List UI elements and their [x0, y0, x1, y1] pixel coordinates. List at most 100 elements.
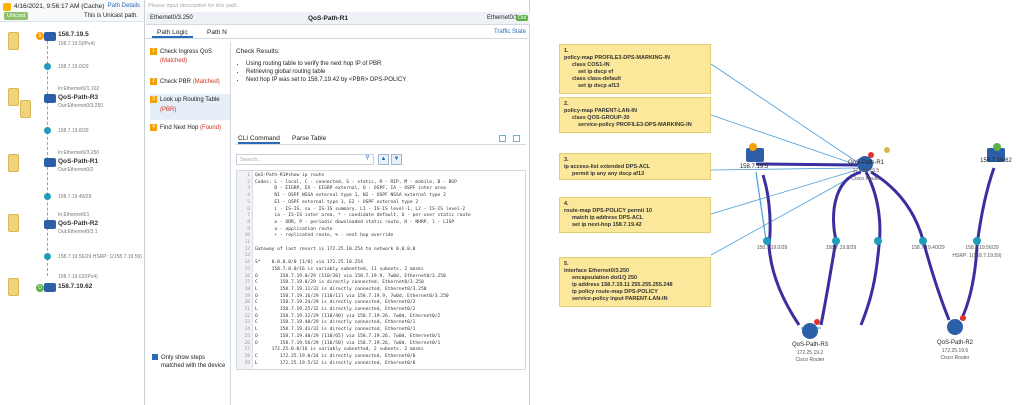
- code-line: QoS-Path-R1#show ip route: [255, 173, 325, 178]
- check-result-item: Retrieving global routing table: [246, 68, 526, 76]
- step-marker[interactable]: [8, 32, 19, 50]
- check-results: Check Results: Using routing table to ve…: [236, 48, 526, 84]
- step-number: 2: [150, 78, 157, 85]
- source-icon: S: [36, 32, 44, 40]
- checkbox-icon[interactable]: [152, 354, 158, 360]
- tab-path-logic[interactable]: Path Logic: [152, 29, 193, 38]
- device-label[interactable]: QoS-Path-R3: [785, 342, 835, 348]
- export-icon[interactable]: [499, 135, 506, 142]
- subnet-label[interactable]: 158.7.19.0/29: [747, 245, 797, 251]
- tab-parse-table[interactable]: Parse Table: [292, 135, 326, 142]
- line-number: 28: [244, 353, 250, 359]
- out-badge: Out: [515, 15, 528, 21]
- subnet-label[interactable]: 158.7.19.40/29: [903, 245, 953, 251]
- device-label[interactable]: 158.7.19.5: [729, 164, 779, 170]
- show-steps-label: Only show steps matched with the device: [161, 355, 226, 369]
- device-type: Cisco Router: [851, 176, 881, 182]
- cli-output[interactable]: 1 QoS-Path-R1#show ip route 2 Codes: L - lo…: [236, 170, 526, 370]
- code-line: 158.7.0.0/16 is variably subnetted, 11 s…: [255, 266, 424, 272]
- code-line: ia - IS-IS inter area, * - candidate def…: [255, 213, 471, 219]
- code-line: D - EIGRP, EX - EIGRP external, O - OSPF…: [255, 186, 446, 192]
- line-number: 18: [244, 286, 250, 292]
- step-number: 1: [150, 48, 157, 55]
- line-number: 27: [244, 347, 250, 353]
- device-type: Cisco Router: [940, 355, 970, 361]
- step-marker[interactable]: [20, 100, 31, 118]
- router-icon: [44, 158, 56, 167]
- step-flag-icon: [884, 147, 890, 153]
- hop-sub: 158.7.19.5(IPv4): [58, 41, 95, 47]
- tab-path-n[interactable]: Path N: [202, 29, 232, 36]
- step-item[interactable]: 1 Check Ingress QoS (Matched): [150, 48, 230, 70]
- code-line: L 158.7.19.25/32 is directly connected, …: [255, 307, 416, 312]
- line-number: 21: [244, 307, 250, 312]
- path-datetime: 4/16/2021, 9:56:17 AM (Cache): [14, 3, 105, 10]
- code-line: L 158.7.19.11/32 is directly connected, …: [255, 286, 427, 292]
- prev-match-button[interactable]: ▲: [378, 154, 389, 165]
- cache-icon: [3, 3, 11, 11]
- subnet-icon: [44, 63, 51, 70]
- hop-title: 158.7.19.40/29: [58, 194, 92, 200]
- code-line: i - IS-IS, su - IS-IS summary, L1 - IS-I…: [255, 206, 466, 212]
- step-marker[interactable]: [8, 88, 19, 106]
- code-line: C 158.7.19.24/29 is directly connected, …: [255, 300, 416, 306]
- hop-title: QoS-Path-R3: [58, 94, 99, 101]
- check-results-title: Check Results:: [236, 48, 280, 55]
- config-note-5[interactable]: 5. interface Ethernet0/3.250 encapsulati…: [559, 257, 711, 307]
- step-item-selected[interactable]: 3 Look up Routing Table (PBR): [150, 94, 230, 120]
- path-list-panel: 4/16/2021, 9:56:17 AM (Cache) Path Detai…: [0, 0, 145, 405]
- expand-icon[interactable]: [513, 135, 520, 142]
- code-line: C 158.7.19.40/29 is directly connected, …: [255, 320, 416, 326]
- subnet-icon: [763, 237, 771, 245]
- device-ip: 172.25.19.2: [796, 350, 824, 356]
- hsrp-label: HSRP: 1(158.7.19.59): [952, 253, 1002, 259]
- subnet-label[interactable]: 158.7.19.8/29: [816, 245, 866, 251]
- line-number: 12: [244, 246, 250, 252]
- step-item[interactable]: 4 Find Next Hop (Found): [150, 124, 230, 138]
- subnet-icon: [44, 193, 51, 200]
- hop-in: In:Ethernet0/3.250: [58, 150, 100, 156]
- out-interface: Ethernet0/1: [486, 15, 518, 21]
- device-label[interactable]: 158.7.19.62: [971, 158, 1021, 164]
- path-details-link[interactable]: Path Details: [108, 3, 140, 9]
- step-marker[interactable]: [8, 214, 19, 232]
- hop-title: 158.7.19.62: [58, 283, 93, 290]
- device-label[interactable]: QoS-Path-R2: [930, 340, 980, 346]
- in-interface: Ethernet0/3.250: [150, 15, 193, 21]
- step-label: Check PBR (Matched): [160, 79, 220, 85]
- config-note-1[interactable]: 1. policy-map PROFILE3-DPS-MARKING-IN cl…: [559, 44, 711, 94]
- step-marker[interactable]: [8, 278, 19, 296]
- step-label: Find Next Hop (Found): [160, 125, 222, 131]
- config-note-4[interactable]: 4. route-map DPS-POLICY permit 10 match …: [559, 197, 711, 233]
- line-number: 20: [244, 300, 250, 306]
- line-number: 11: [244, 240, 250, 245]
- traffic-state-link[interactable]: Traffic State: [494, 29, 526, 35]
- config-note-2[interactable]: 2. policy-map PARENT-LAN-IN class QOS-GR…: [559, 97, 711, 133]
- line-number: 10: [244, 233, 250, 239]
- line-number: 26: [244, 340, 250, 346]
- tab-cli-command[interactable]: CLI Command: [238, 135, 280, 144]
- step-status: (Matched): [160, 58, 188, 64]
- code-line: a - application route: [255, 226, 333, 232]
- code-line: E1 - OSPF external type 1, E2 - OSPF ext…: [255, 199, 419, 205]
- next-match-button[interactable]: ▼: [391, 154, 402, 165]
- subnet-label[interactable]: 158.7.19.56/29: [957, 245, 1007, 251]
- line-number: 15: [244, 266, 250, 272]
- code-line: N1 - OSPF NSSA external type 1, N2 - OSP…: [255, 193, 446, 199]
- code-line: O 158.7.19.16/29 [110/11] via 158.7.19.9…: [255, 293, 449, 299]
- search-input[interactable]: Search...: [236, 154, 374, 165]
- hop-sub: 158.7.19.62(IPv4): [58, 274, 98, 280]
- step-item[interactable]: 2 Check PBR (Matched): [150, 78, 230, 92]
- dest-flag-icon: [993, 143, 1001, 151]
- line-number: 17: [244, 280, 250, 286]
- code-line: O 158.7.19.0/29 [110/20] via 158.7.19.9,…: [255, 273, 446, 279]
- topology-map[interactable]: 1. policy-map PROFILE3-DPS-MARKING-IN cl…: [531, 0, 1024, 405]
- device-ip: 172.25.19.5: [852, 168, 880, 174]
- search-options-icon[interactable]: ⚲: [362, 154, 373, 165]
- config-note-3[interactable]: 3. ip access-list extended DPS-ACL permi…: [559, 153, 711, 180]
- device-label[interactable]: QoS-Path-R1: [841, 160, 891, 166]
- description-input[interactable]: Please input description for this path..…: [148, 3, 241, 9]
- hop-title: QoS-Path-R1: [58, 158, 99, 165]
- destination-icon: D: [36, 284, 44, 292]
- step-marker[interactable]: [8, 154, 19, 172]
